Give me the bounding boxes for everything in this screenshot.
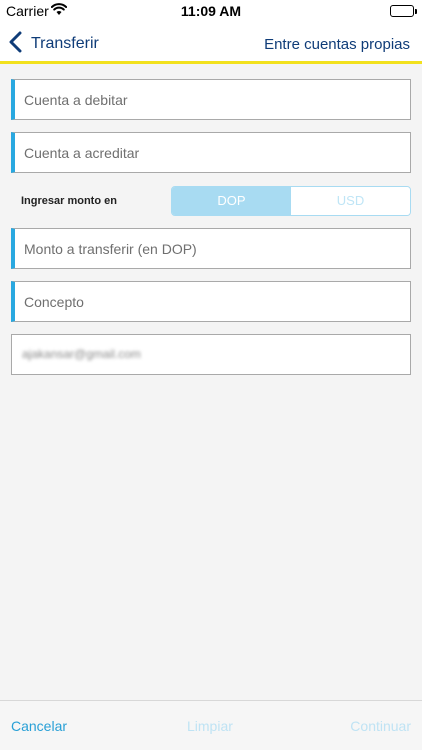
battery-icon	[390, 5, 417, 17]
clear-button[interactable]: Limpiar	[187, 718, 233, 734]
concept-field[interactable]: Concepto	[11, 281, 411, 322]
credit-account-placeholder: Cuenta a acreditar	[24, 145, 140, 161]
debit-account-placeholder: Cuenta a debitar	[24, 92, 128, 108]
amount-field[interactable]: Monto a transferir (en DOP)	[11, 228, 411, 269]
currency-selector-row: Ingresar monto en DOP USD	[0, 184, 422, 216]
screen-title: Entre cuentas propias	[264, 36, 410, 53]
currency-option-usd[interactable]: USD	[291, 187, 410, 215]
currency-label: Ingresar monto en	[21, 195, 117, 207]
cancel-button[interactable]: Cancelar	[11, 718, 67, 734]
continue-button[interactable]: Continuar	[350, 718, 411, 734]
chevron-left-icon	[8, 31, 22, 58]
clock: 11:09 AM	[180, 3, 242, 19]
back-button[interactable]: Transferir	[8, 31, 99, 58]
concept-placeholder: Concepto	[24, 294, 84, 310]
credit-account-field[interactable]: Cuenta a acreditar	[11, 132, 411, 173]
currency-segmented-control: DOP USD	[171, 186, 411, 216]
currency-option-dop[interactable]: DOP	[172, 187, 291, 215]
bottom-action-bar: Cancelar Limpiar Continuar	[0, 700, 422, 750]
debit-account-field[interactable]: Cuenta a debitar	[11, 79, 411, 120]
navigation-bar: Transferir Entre cuentas propias	[0, 22, 422, 64]
back-button-label: Transferir	[31, 35, 99, 52]
status-bar: Carrier 11:09 AM	[0, 0, 422, 22]
email-value: ajakansar@gmail.com	[22, 347, 141, 361]
email-field[interactable]: ajakansar@gmail.com	[11, 334, 411, 375]
amount-placeholder: Monto a transferir (en DOP)	[24, 241, 197, 257]
